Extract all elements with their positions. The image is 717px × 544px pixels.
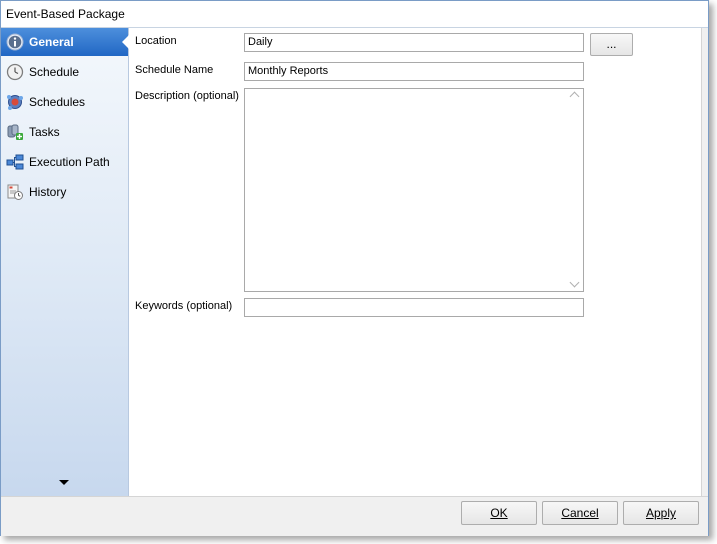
button-bar: OK Cancel Apply bbox=[1, 496, 708, 536]
sidebar-item-label: Execution Path bbox=[29, 155, 110, 169]
ok-button[interactable]: OK bbox=[461, 501, 537, 525]
keywords-label: Keywords (optional) bbox=[135, 300, 233, 312]
browse-location-button[interactable]: ... bbox=[590, 33, 633, 56]
dialog-window: Event-Based Package General Schedule Sch… bbox=[0, 0, 709, 536]
keywords-field[interactable] bbox=[244, 298, 584, 317]
ok-button-label: OK bbox=[490, 506, 508, 520]
sidebar-item-label: History bbox=[29, 185, 67, 199]
cancel-button[interactable]: Cancel bbox=[542, 501, 618, 525]
schedules-icon bbox=[7, 95, 23, 110]
sidebar-item-label: Schedule bbox=[29, 65, 80, 79]
schedule-name-label: Schedule Name bbox=[135, 64, 214, 76]
title-bar: Event-Based Package bbox=[1, 1, 708, 28]
sidebar-item-general[interactable]: General bbox=[1, 28, 129, 56]
scroll-up-icon[interactable] bbox=[569, 91, 580, 102]
history-icon bbox=[7, 184, 23, 200]
apply-button[interactable]: Apply bbox=[623, 501, 699, 525]
right-border-panel bbox=[701, 28, 708, 496]
sidebar-item-schedules[interactable]: Schedules bbox=[1, 88, 128, 116]
scroll-down-icon[interactable] bbox=[569, 277, 580, 288]
description-scrollbar[interactable] bbox=[567, 89, 583, 291]
location-label: Location bbox=[135, 35, 177, 47]
sidebar-item-history[interactable]: History bbox=[1, 178, 128, 206]
cancel-button-label: Cancel bbox=[561, 506, 599, 520]
schedule-name-field[interactable]: Monthly Reports bbox=[244, 62, 584, 81]
sidebar-item-tasks[interactable]: Tasks bbox=[1, 118, 128, 146]
scroll-down-arrow-icon[interactable] bbox=[59, 480, 69, 485]
execution-path-icon bbox=[6, 154, 24, 170]
description-label: Description (optional) bbox=[135, 90, 239, 102]
clock-icon bbox=[6, 63, 24, 81]
window-title: Event-Based Package bbox=[6, 7, 125, 21]
sidebar-item-label: Tasks bbox=[29, 125, 60, 139]
sidebar-item-schedule[interactable]: Schedule bbox=[1, 58, 128, 86]
sidebar: General Schedule Schedules Tasks Executi… bbox=[1, 28, 129, 496]
general-panel: Location Daily ... Schedule Name Monthly… bbox=[129, 28, 701, 496]
sidebar-item-label: General bbox=[29, 35, 74, 49]
tasks-icon bbox=[7, 124, 23, 140]
apply-button-label: Apply bbox=[645, 506, 677, 520]
description-textarea[interactable] bbox=[244, 88, 584, 292]
info-icon bbox=[6, 33, 24, 51]
location-field[interactable]: Daily bbox=[244, 33, 584, 52]
sidebar-item-label: Schedules bbox=[29, 95, 86, 109]
sidebar-item-execution-path[interactable]: Execution Path bbox=[1, 148, 128, 176]
